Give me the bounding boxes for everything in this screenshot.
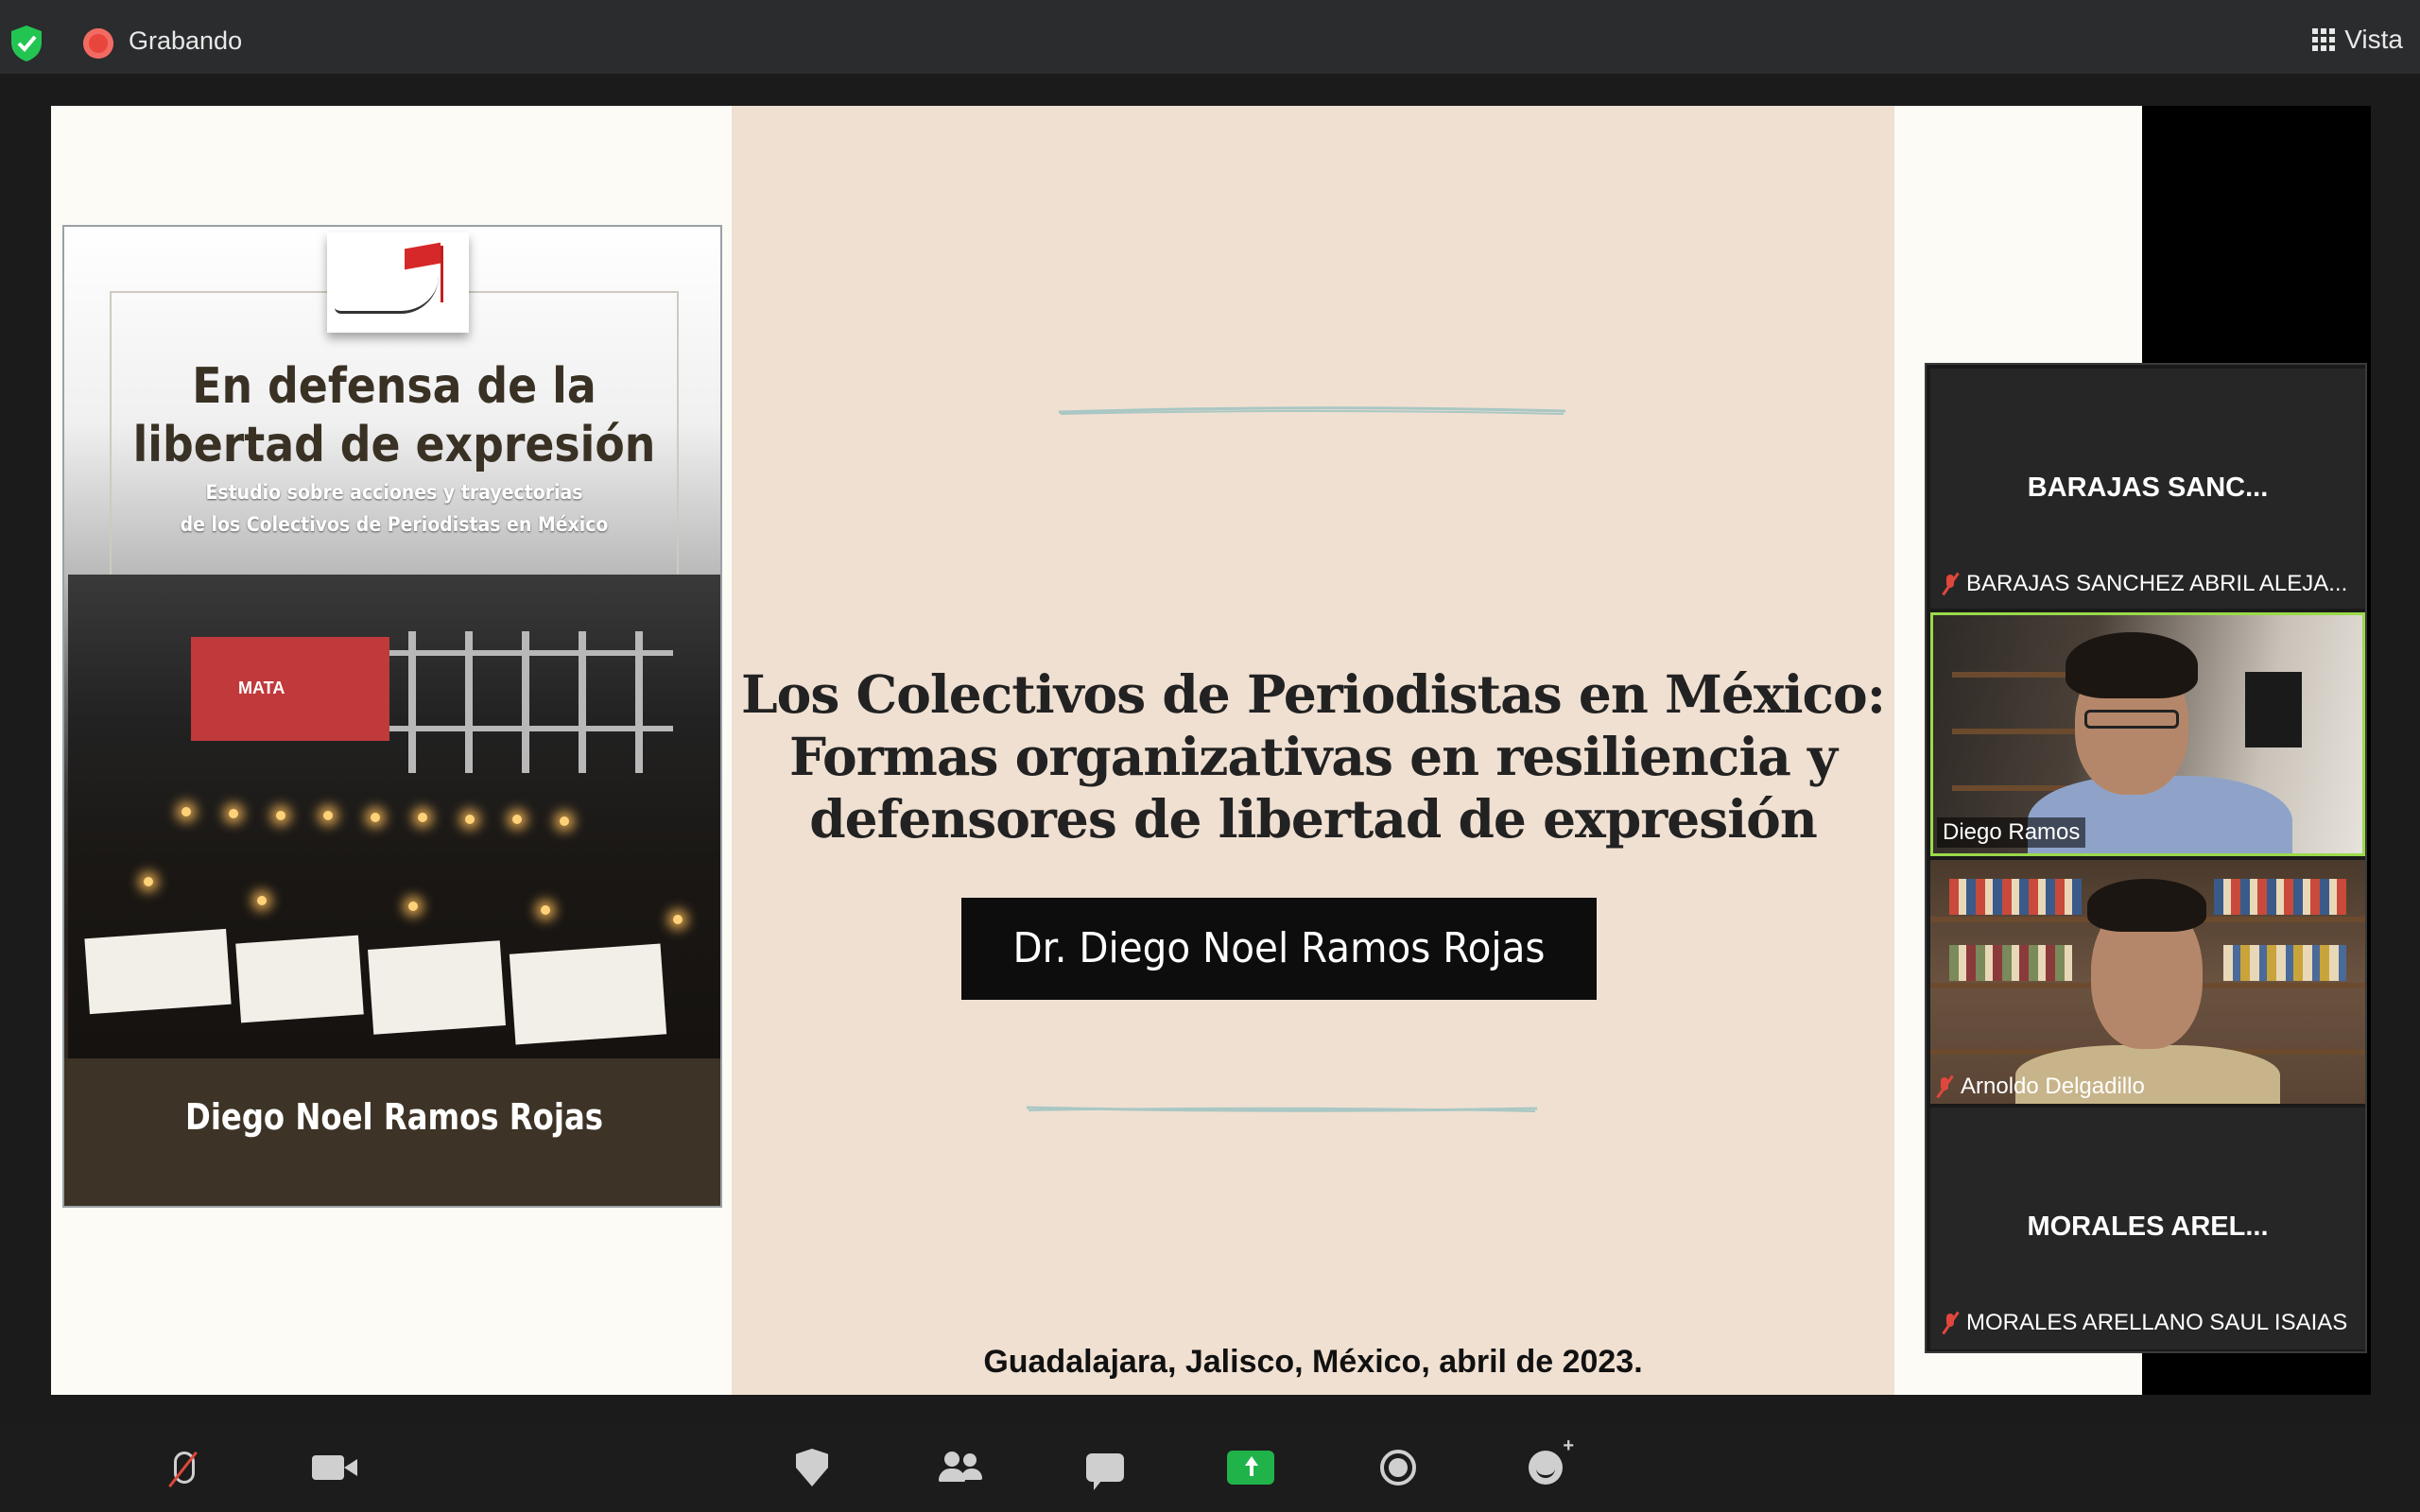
- view-label: Vista: [2344, 25, 2403, 54]
- book-logo: [327, 232, 469, 333]
- view-button[interactable]: Vista: [2312, 25, 2403, 55]
- chat-icon: [1086, 1453, 1124, 1490]
- slide-title-line-1: Los Colectivos de Periodistas en México:: [740, 663, 1886, 725]
- shield-icon: [796, 1449, 828, 1486]
- participant-name-label: BARAJAS SANCHEZ ABRIL ALEJA...: [1942, 571, 2347, 597]
- mic-muted-icon: [1942, 1311, 1960, 1335]
- meeting-toolbar: [0, 1423, 2420, 1512]
- slide-title: Los Colectivos de Periodistas en México:…: [732, 663, 1894, 850]
- book-cover-photo: MATA: [68, 575, 720, 1058]
- participant-full-name: MORALES ARELLANO SAUL ISAIAS: [1966, 1310, 2348, 1335]
- book-title: En defensa de la libertad de expresión: [132, 358, 656, 473]
- reactions-button[interactable]: [1520, 1435, 1574, 1491]
- protest-banner-text: MATA: [238, 679, 285, 697]
- slide-title-panel: Los Colectivos de Periodistas en México:…: [732, 106, 1894, 1395]
- participant-name-plate: Diego Ramos: [1937, 817, 2086, 848]
- participant-full-name: Arnoldo Delgadillo: [1961, 1074, 2145, 1099]
- security-button[interactable]: [786, 1444, 838, 1491]
- participants-panel[interactable]: BARAJAS SANC... BARAJAS SANCHEZ ABRIL AL…: [1925, 363, 2367, 1353]
- recording-icon: [83, 28, 113, 59]
- presenter-name: Dr. Diego Noel Ramos Rojas: [1012, 924, 1546, 972]
- participant-name-label: MORALES ARELLANO SAUL ISAIAS: [1942, 1310, 2347, 1336]
- protest-banner: [191, 637, 389, 741]
- video-camera-icon: [312, 1455, 357, 1480]
- meeting-top-bar: Grabando Vista: [0, 0, 2420, 74]
- share-screen-icon: [1227, 1451, 1274, 1485]
- participant-name-label: Arnoldo Delgadillo: [1936, 1074, 2145, 1100]
- book-subtitle: Estudio sobre acciones y trayectorias de…: [97, 476, 691, 541]
- video-button[interactable]: [302, 1444, 357, 1491]
- record-button[interactable]: [1373, 1444, 1424, 1491]
- participant-display-name: BARAJAS SANC...: [2027, 472, 2269, 503]
- book-cover-image: En defensa de la libertad de expresión E…: [62, 225, 722, 1208]
- mic-muted-icon: [1936, 1074, 1954, 1099]
- participants-button[interactable]: [934, 1444, 985, 1491]
- shield-check-icon[interactable]: [9, 25, 43, 62]
- decorative-line-top: [1058, 406, 1566, 415]
- participants-icon: [937, 1452, 982, 1484]
- reactions-icon: [1529, 1435, 1574, 1485]
- book-author: Diego Noel Ramos Rojas: [185, 1096, 603, 1138]
- book-subtitle-line-2: de los Colectivos de Periodistas en Méxi…: [180, 513, 609, 536]
- participant-video-tile[interactable]: Arnoldo Delgadillo: [1930, 860, 2365, 1104]
- shared-slide: En defensa de la libertad de expresión E…: [51, 106, 2142, 1395]
- participant-tile[interactable]: BARAJAS SANC... BARAJAS SANCHEZ ABRIL AL…: [1930, 369, 2365, 609]
- recording-label: Grabando: [129, 26, 243, 55]
- participant-video-tile[interactable]: Diego Ramos: [1930, 612, 2365, 856]
- book-subtitle-line-1: Estudio sobre acciones y trayectorias: [205, 481, 583, 504]
- chat-button[interactable]: [1080, 1444, 1131, 1491]
- record-icon: [1380, 1450, 1416, 1486]
- participant-full-name: BARAJAS SANCHEZ ABRIL ALEJA...: [1966, 571, 2348, 596]
- shared-screen-stage: En defensa de la libertad de expresión E…: [0, 74, 2420, 1423]
- slide-title-line-2: Formas organizativas en resiliencia y: [788, 726, 1838, 787]
- participant-display-name: MORALES AREL...: [2027, 1211, 2269, 1242]
- slide-title-line-3: defensores de libertad de expresión: [809, 788, 1818, 850]
- mute-button[interactable]: [159, 1444, 210, 1491]
- presenter-name-box: Dr. Diego Noel Ramos Rojas: [961, 898, 1597, 1000]
- place-date: Guadalajara, Jalisco, México, abril de 2…: [983, 1344, 1643, 1380]
- decorative-line-bottom: [1026, 1106, 1538, 1112]
- share-screen-button[interactable]: [1225, 1444, 1276, 1491]
- participant-tile[interactable]: MORALES AREL... MORALES ARELLANO SAUL IS…: [1930, 1108, 2365, 1349]
- mic-muted-icon: [1942, 572, 1960, 596]
- grid-icon: [2312, 28, 2336, 51]
